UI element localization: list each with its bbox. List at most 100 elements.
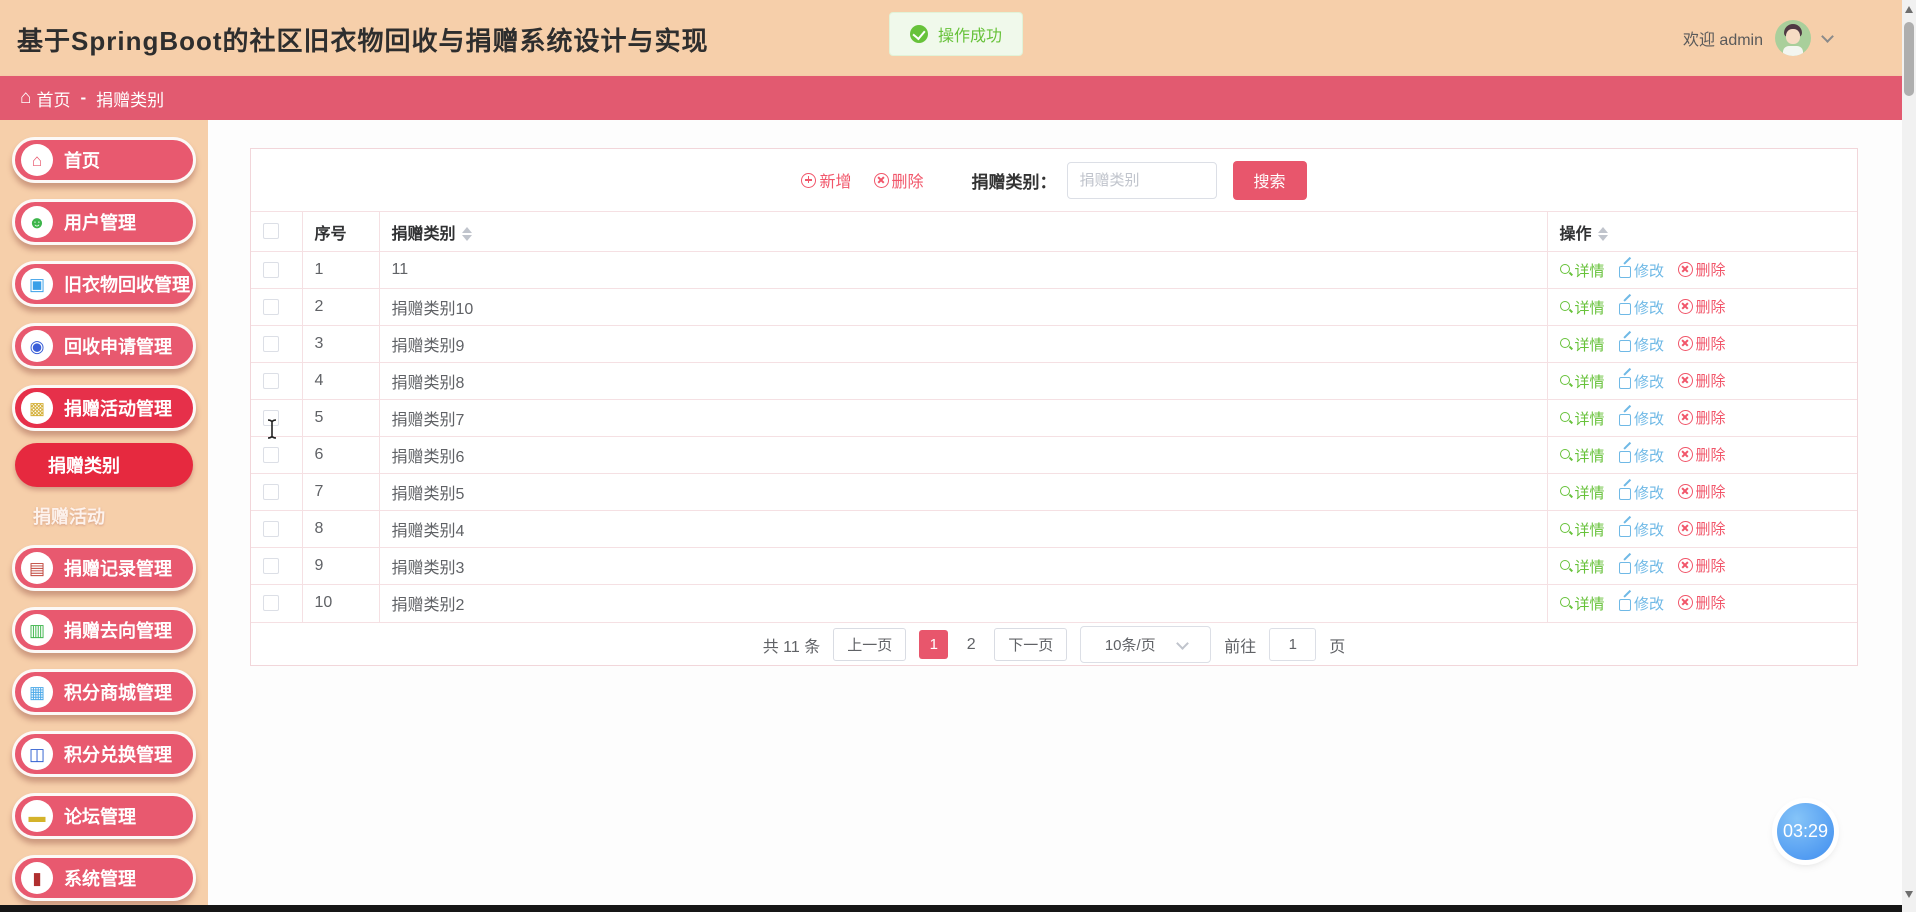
detail-link[interactable]: 详情 [1559,260,1605,281]
search-input[interactable] [1066,161,1217,199]
magnifier-icon [1559,522,1573,536]
header-actions[interactable]: 操作 [1547,211,1857,252]
edit-link[interactable]: 修改 [1618,260,1664,281]
avatar-shirt [1783,46,1803,56]
row-checkbox[interactable] [263,483,279,500]
select-all-checkbox[interactable] [263,223,279,240]
sidebar-item-clothes-recycle[interactable]: ▣ 旧衣物回收管理 [12,261,196,307]
sidebar-item-home[interactable]: ⌂ 首页 [12,137,196,183]
row-delete-link[interactable]: 删除 [1678,592,1725,613]
edit-link[interactable]: 修改 [1618,593,1664,614]
edit-link[interactable]: 修改 [1618,445,1664,466]
row-checkbox[interactable] [263,557,279,574]
category-table: 序号 捐赠类别 操作 1 11 详情 修改 删除 2 捐赠类别10 详情 修改 … [251,211,1857,622]
detail-link[interactable]: 详情 [1559,519,1605,540]
page-2[interactable]: 2 [961,636,981,654]
table-row: 2 捐赠类别10 详情 修改 删除 [251,288,1857,326]
cell-index: 5 [302,399,380,437]
avatar[interactable] [1775,20,1811,56]
chevron-down-icon[interactable] [1821,29,1834,43]
vertical-scrollbar[interactable] [1902,0,1916,912]
row-delete-link[interactable]: 删除 [1678,555,1725,576]
scrollbar-thumb[interactable] [1904,22,1914,96]
detail-link[interactable]: 详情 [1559,334,1605,355]
edit-pencil-icon [1618,264,1632,278]
row-checkbox[interactable] [263,409,279,426]
edit-pencil-icon [1618,301,1632,315]
edit-pencil-icon [1618,597,1632,611]
scroll-down-icon[interactable] [1905,891,1913,898]
clock-widget[interactable]: 03:29 [1777,803,1834,860]
sidebar-item-points-exchange[interactable]: ◫ 积分兑换管理 [12,731,196,777]
header-category[interactable]: 捐赠类别 [379,211,1548,252]
edit-link[interactable]: 修改 [1618,408,1664,429]
row-delete-link[interactable]: 删除 [1678,259,1725,280]
edit-link[interactable]: 修改 [1618,297,1664,318]
circle-x-icon [1678,483,1694,499]
detail-link[interactable]: 详情 [1559,482,1605,503]
circle-x-icon [1678,520,1694,536]
sidebar-subitem-donation-category[interactable]: 捐赠类别 [15,443,193,487]
sort-icon[interactable] [461,227,472,242]
detail-link[interactable]: 详情 [1559,593,1605,614]
sidebar-item-points-mall[interactable]: ▦ 积分商城管理 [12,669,196,715]
edit-link[interactable]: 修改 [1618,556,1664,577]
edit-pencil-icon [1618,375,1632,389]
detail-link[interactable]: 详情 [1559,371,1605,392]
sidebar-item-donation-activity-mgmt[interactable]: ▩ 捐赠活动管理 [12,385,196,431]
magnifier-icon [1559,485,1573,499]
edit-link[interactable]: 修改 [1618,371,1664,392]
cell-category: 捐赠类别2 [379,584,1548,622]
scroll-up-icon[interactable] [1905,6,1913,13]
row-checkbox[interactable] [263,298,279,315]
row-checkbox[interactable] [263,520,279,537]
sidebar-item-users[interactable]: ☻ 用户管理 [12,199,196,245]
next-page-button[interactable]: 下一页 [994,628,1068,661]
circle-x-icon [1678,298,1694,314]
row-delete-link[interactable]: 删除 [1678,518,1725,539]
detail-link[interactable]: 详情 [1559,297,1605,318]
sidebar-item-donation-records[interactable]: ▤ 捐赠记录管理 [12,545,196,591]
row-checkbox[interactable] [263,595,279,612]
user-area[interactable]: 欢迎 admin [1683,0,1834,76]
sidebar-item-forum[interactable]: ▬ 论坛管理 [12,793,196,839]
row-delete-link[interactable]: 删除 [1678,444,1725,465]
toast-message: 操作成功 [938,28,1003,45]
delete-button[interactable]: 删除 [873,168,924,192]
check-circle-icon [910,25,928,43]
add-button[interactable]: 新增 [801,168,852,192]
cell-category: 捐赠类别10 [379,288,1548,326]
row-checkbox[interactable] [263,446,279,463]
prev-page-button[interactable]: 上一页 [833,628,907,661]
circle-x-icon [1678,594,1694,610]
page-1-active[interactable]: 1 [919,630,949,659]
magnifier-icon [1559,411,1573,425]
magnifier-icon [1559,337,1573,351]
edit-link[interactable]: 修改 [1618,482,1664,503]
sidebar-item-system[interactable]: ▮ 系统管理 [12,855,196,901]
row-delete-link[interactable]: 删除 [1678,481,1725,502]
goto-page-input[interactable] [1269,628,1317,661]
row-delete-link[interactable]: 删除 [1678,333,1725,354]
header-index: 序号 [302,211,380,252]
sidebar-item-donation-destination[interactable]: ▥ 捐赠去向管理 [12,607,196,653]
row-checkbox[interactable] [263,372,279,389]
row-checkbox[interactable] [263,261,279,278]
row-delete-link[interactable]: 删除 [1678,296,1725,317]
sidebar-item-recycle-apply[interactable]: ◉ 回收申请管理 [12,323,196,369]
detail-link[interactable]: 详情 [1559,408,1605,429]
row-delete-link[interactable]: 删除 [1678,407,1725,428]
row-delete-link[interactable]: 删除 [1678,370,1725,391]
edit-link[interactable]: 修改 [1618,519,1664,540]
edit-link[interactable]: 修改 [1618,334,1664,355]
table-row: 4 捐赠类别8 详情 修改 删除 [251,362,1857,400]
detail-link[interactable]: 详情 [1559,445,1605,466]
detail-link[interactable]: 详情 [1559,556,1605,577]
cell-category: 捐赠类别9 [379,325,1548,363]
breadcrumb-home[interactable]: 首页 [36,86,70,111]
sort-icon[interactable] [1597,227,1608,242]
sidebar-subitem-donation-activity[interactable]: 捐赠活动 [33,503,208,529]
search-button[interactable]: 搜索 [1232,160,1307,200]
page-size-select[interactable]: 10条/页 [1080,626,1212,663]
row-checkbox[interactable] [263,335,279,352]
